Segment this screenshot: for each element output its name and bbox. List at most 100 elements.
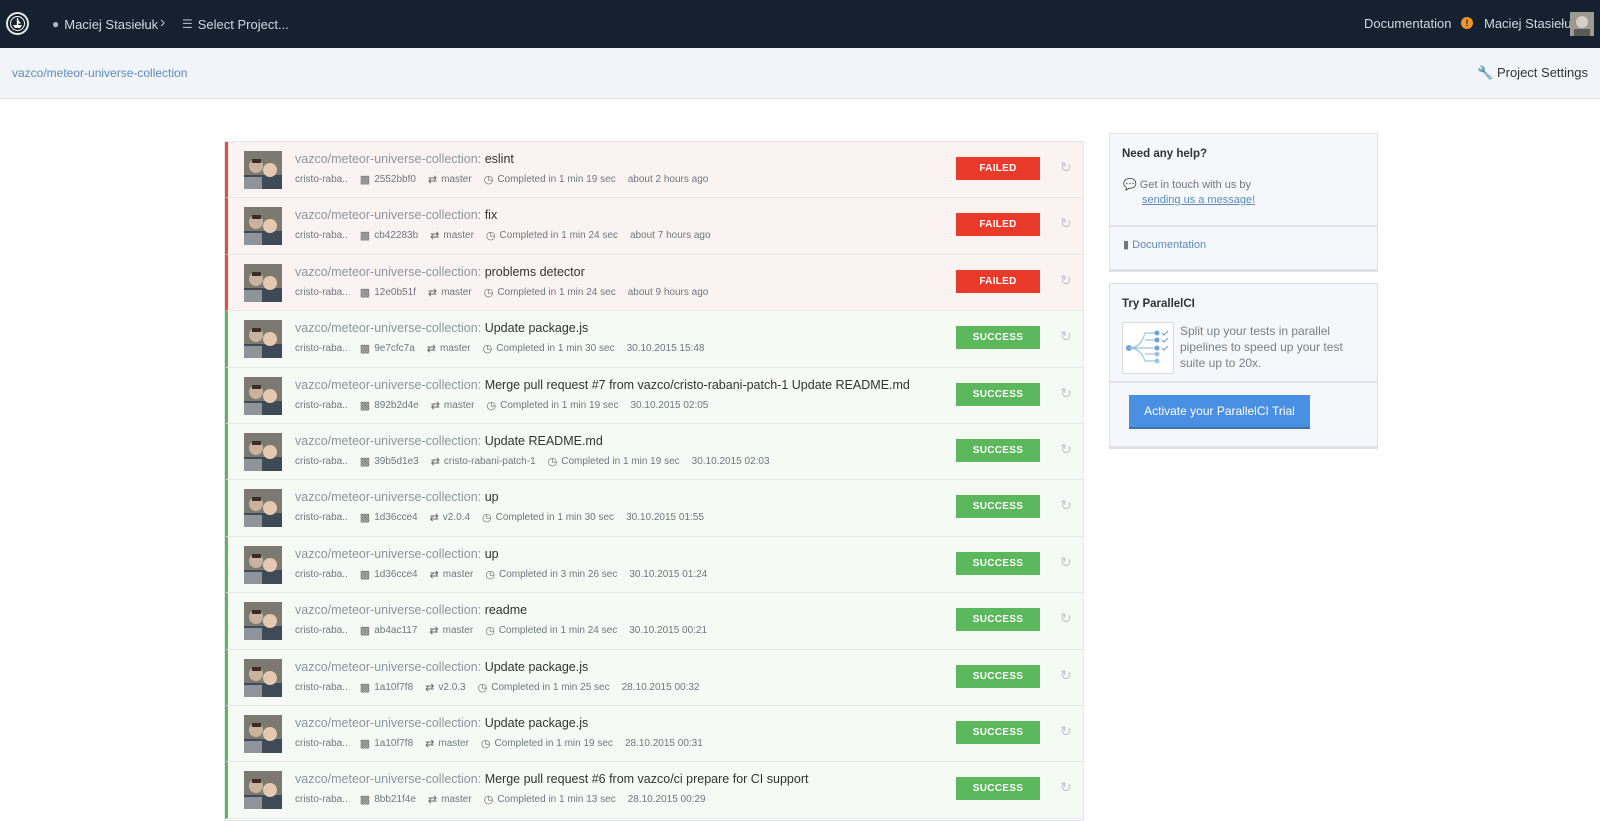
help-docs-link[interactable]: Documentation: [1132, 239, 1206, 251]
status-badge[interactable]: SUCCESS: [956, 551, 1040, 575]
build-commit-sha[interactable]: 1d36cce4: [374, 512, 417, 523]
restart-icon[interactable]: ↻: [1060, 442, 1074, 456]
status-badge[interactable]: SUCCESS: [956, 720, 1040, 744]
activate-parallelci-button[interactable]: Activate your ParallelCI Trial: [1129, 395, 1310, 427]
project-settings-link[interactable]: 🔧 Project Settings: [1477, 65, 1588, 81]
restart-icon[interactable]: ↻: [1060, 555, 1074, 569]
status-badge[interactable]: FAILED: [956, 269, 1040, 293]
author-avatar: [244, 545, 282, 584]
branch-icon: ⇄: [429, 625, 439, 638]
branch-icon: ⇄: [430, 399, 440, 412]
branch-icon: ⇄: [425, 737, 435, 750]
build-row[interactable]: vazco/meteor-universe-collection: proble…: [225, 254, 1083, 312]
status-badge[interactable]: SUCCESS: [956, 495, 1040, 519]
build-commit-sha[interactable]: 1a10f7f8: [374, 738, 413, 749]
github-icon: ▩: [359, 174, 371, 186]
build-title[interactable]: vazco/meteor-universe-collection: up: [295, 490, 499, 504]
build-branch: master: [443, 230, 474, 242]
restart-icon[interactable]: ↻: [1060, 668, 1074, 682]
build-title[interactable]: vazco/meteor-universe-collection: Update…: [295, 434, 603, 448]
build-meta: cristo-raba.. ▩ 1d36cce4 ⇄ v2.0.4 ◷ Complet…: [295, 511, 704, 524]
clock-icon: ◷: [477, 681, 488, 694]
build-meta: cristo-raba.. ▩ cb42283b ⇄ master ◷ Complet…: [295, 229, 711, 242]
build-time: 28.10.2015 00:32: [621, 681, 700, 693]
build-title[interactable]: vazco/meteor-universe-collection: fix: [295, 208, 497, 222]
build-commit-sha[interactable]: cb42283b: [374, 230, 418, 241]
build-commit-sha[interactable]: 892b2d4e: [374, 400, 419, 411]
build-branch: master: [438, 737, 469, 749]
build-row[interactable]: vazco/meteor-universe-collection: Update…: [225, 423, 1083, 481]
status-badge[interactable]: SUCCESS: [956, 382, 1040, 406]
build-message: fix: [484, 208, 498, 223]
account-name[interactable]: Maciej Stasiełuk: [1484, 0, 1578, 48]
build-commit-sha[interactable]: 8bb21f4e: [374, 794, 416, 805]
build-commit-sha[interactable]: 39b5d1e3: [374, 456, 419, 467]
help-docs-row[interactable]: ▮ Documentation: [1123, 238, 1206, 251]
github-icon: ▩: [359, 455, 371, 468]
breadcrumb[interactable]: vazco/meteor-universe-collection: [12, 66, 187, 80]
build-commit-sha[interactable]: 2552bbf0: [374, 174, 416, 185]
build-duration: Completed in 1 min 25 sec: [491, 681, 610, 693]
build-branch: master: [442, 568, 474, 580]
build-time: 28.10.2015 00:29: [627, 794, 706, 806]
restart-icon[interactable]: ↻: [1060, 780, 1074, 794]
status-badge[interactable]: SUCCESS: [956, 777, 1040, 801]
restart-icon[interactable]: ↻: [1060, 216, 1074, 230]
status-badge[interactable]: SUCCESS: [956, 438, 1040, 462]
build-title[interactable]: vazco/meteor-universe-collection: Update…: [295, 660, 588, 674]
restart-icon[interactable]: ↻: [1060, 273, 1074, 287]
build-commit-sha[interactable]: 1d36cce4: [374, 569, 417, 580]
restart-icon[interactable]: ↻: [1060, 611, 1074, 625]
build-title[interactable]: vazco/meteor-universe-collection: readme: [295, 603, 527, 617]
restart-icon[interactable]: ↻: [1060, 386, 1074, 400]
documentation-link[interactable]: Documentation: [1364, 0, 1451, 48]
build-author: cristo-raba..: [295, 625, 348, 637]
build-message: Update package.js: [484, 659, 589, 674]
status-badge[interactable]: SUCCESS: [956, 326, 1040, 350]
status-badge[interactable]: SUCCESS: [956, 664, 1040, 688]
project-select[interactable]: ☰ Select Project...: [182, 0, 289, 48]
status-badge[interactable]: SUCCESS: [956, 608, 1040, 632]
build-title[interactable]: vazco/meteor-universe-collection: Update…: [295, 321, 588, 335]
build-row[interactable]: vazco/meteor-universe-collection: Merge …: [225, 762, 1083, 819]
build-commit-sha[interactable]: 9e7cfc7a: [374, 343, 415, 354]
restart-icon[interactable]: ↻: [1060, 498, 1074, 512]
build-message: problems detector: [484, 264, 585, 279]
restart-icon[interactable]: ↻: [1060, 724, 1074, 738]
build-row[interactable]: vazco/meteor-universe-collection: up cri…: [225, 536, 1083, 594]
build-title[interactable]: vazco/meteor-universe-collection: Update…: [295, 716, 588, 730]
build-row[interactable]: vazco/meteor-universe-collection: Update…: [225, 649, 1083, 706]
status-badge[interactable]: FAILED: [956, 213, 1040, 237]
build-author: cristo-raba..: [295, 230, 348, 242]
build-title[interactable]: vazco/meteor-universe-collection: Merge …: [295, 772, 808, 786]
build-row[interactable]: vazco/meteor-universe-collection: fix cr…: [225, 198, 1083, 255]
build-title[interactable]: vazco/meteor-universe-collection: proble…: [295, 265, 585, 279]
github-icon: ▩: [359, 512, 371, 525]
status-badge[interactable]: FAILED: [956, 157, 1040, 180]
build-row[interactable]: vazco/meteor-universe-collection: readme…: [225, 593, 1083, 650]
restart-icon[interactable]: ↻: [1060, 160, 1074, 174]
clock-icon: ◷: [485, 230, 496, 243]
avatar[interactable]: [1570, 12, 1594, 36]
clock-icon: ◷: [482, 512, 492, 525]
build-title[interactable]: vazco/meteor-universe-collection: eslint: [295, 152, 514, 166]
send-message-link[interactable]: sending us a message!: [1142, 194, 1255, 206]
build-commit-sha[interactable]: 12e0b51f: [374, 287, 416, 298]
build-commit-sha[interactable]: ab4ac117: [374, 625, 417, 636]
build-row[interactable]: vazco/meteor-universe-collection: Merge …: [225, 367, 1083, 424]
github-icon: ▩: [359, 286, 371, 299]
build-row[interactable]: vazco/meteor-universe-collection: Update…: [225, 705, 1083, 763]
build-title[interactable]: vazco/meteor-universe-collection: up: [295, 547, 499, 561]
branch-icon: ⇄: [430, 230, 440, 243]
user-menu[interactable]: ● Maciej Stasiełuk: [52, 0, 158, 48]
build-row[interactable]: vazco/meteor-universe-collection: up cri…: [225, 480, 1083, 537]
alert-icon[interactable]: !: [1461, 17, 1473, 29]
build-commit-sha[interactable]: 1a10f7f8: [374, 682, 413, 693]
github-icon: ▩: [359, 737, 371, 750]
build-row[interactable]: vazco/meteor-universe-collection: Update…: [225, 311, 1083, 368]
build-title[interactable]: vazco/meteor-universe-collection: Merge …: [295, 378, 910, 392]
build-row[interactable]: vazco/meteor-universe-collection: eslint…: [225, 142, 1083, 199]
restart-icon[interactable]: ↻: [1060, 329, 1074, 343]
wrench-icon: 🔧: [1477, 65, 1494, 80]
codeship-logo-icon[interactable]: [6, 12, 29, 35]
